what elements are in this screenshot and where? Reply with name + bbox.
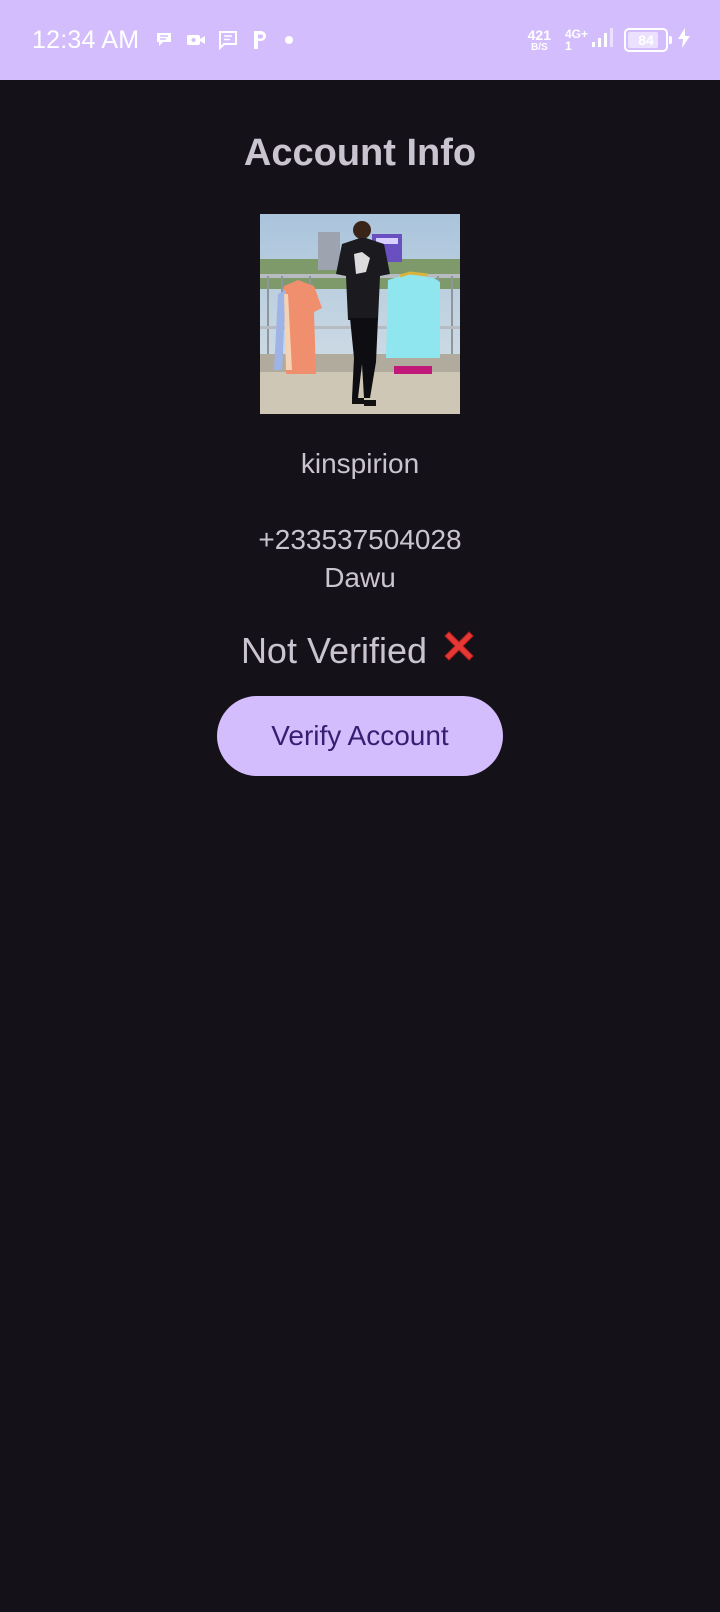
parking-app-icon <box>249 29 271 51</box>
verification-status: Not Verified <box>0 626 720 675</box>
page-title: Account Info <box>243 132 477 174</box>
status-bar: 12:34 AM 421 B/S 4G+ 1 84 <box>0 0 720 80</box>
message-icon <box>217 29 239 51</box>
chat-bubble-icon <box>153 29 175 51</box>
verification-status-label: Not Verified <box>240 629 428 671</box>
cross-mark-icon <box>439 626 479 675</box>
profile-photo <box>260 214 460 414</box>
status-bar-right: 421 B/S 4G+ 1 84 <box>528 0 692 80</box>
battery-level: 84 <box>638 32 654 48</box>
status-bar-left: 12:34 AM <box>32 0 294 80</box>
location: Dawu <box>324 562 396 593</box>
clock: 12:34 AM <box>32 25 140 54</box>
phone-number: +233537504028 <box>258 524 462 555</box>
username: kinspirion <box>300 448 420 479</box>
dot-icon <box>285 36 294 44</box>
signal-strength-icon <box>590 27 616 54</box>
battery-icon: 84 <box>624 28 672 52</box>
charging-bolt-icon <box>676 27 692 54</box>
network-speed: 421 B/S <box>527 26 551 53</box>
video-call-icon <box>185 29 207 51</box>
verify-account-button[interactable]: Verify Account <box>217 696 503 776</box>
network-type: 4G+ 1 <box>564 27 588 53</box>
